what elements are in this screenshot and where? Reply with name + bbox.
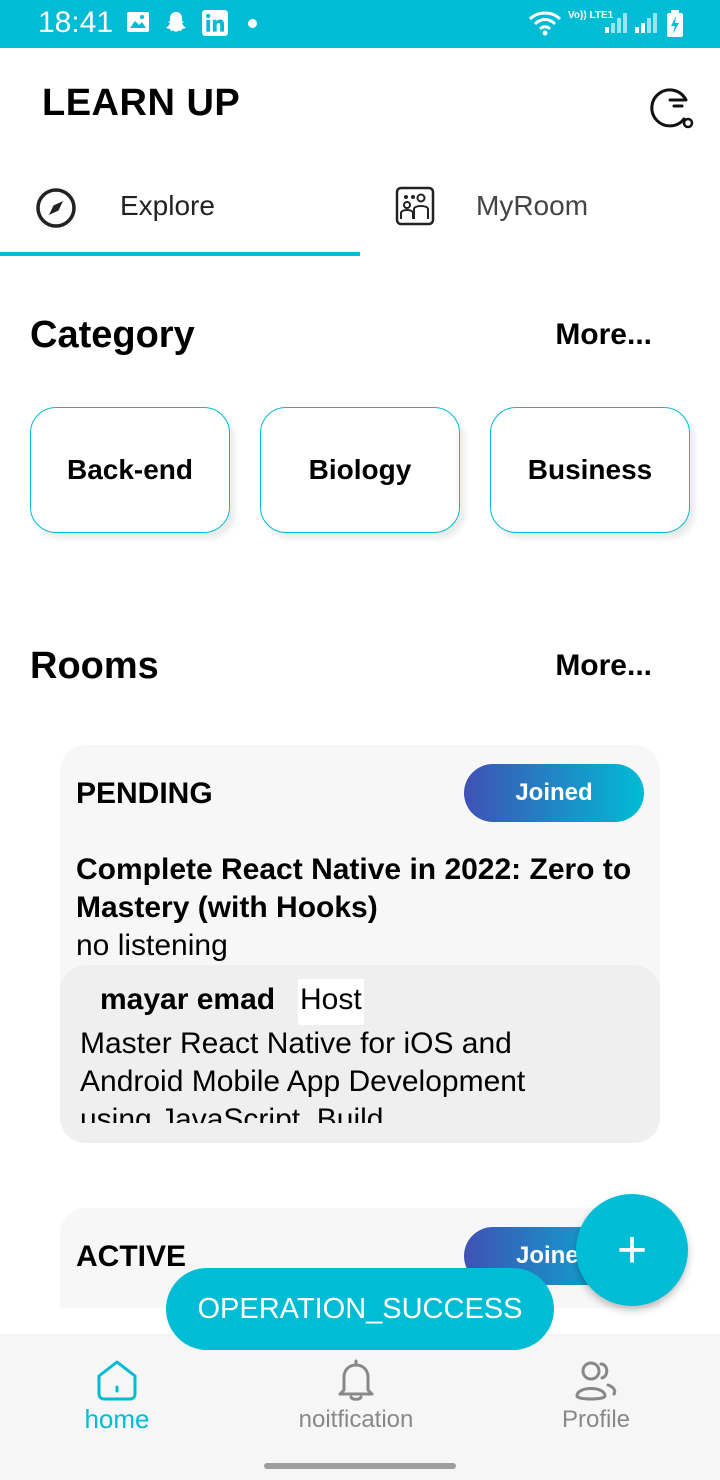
gesture-bar[interactable]: [264, 1463, 456, 1469]
tab-explore[interactable]: Explore: [0, 176, 360, 236]
signal-icon: [604, 10, 630, 34]
rooms-more-link[interactable]: More...: [555, 649, 652, 683]
plus-icon: +: [616, 1221, 648, 1279]
room-status: ACTIVE: [76, 1240, 187, 1273]
tab-myroom-label: MyRoom: [476, 190, 589, 221]
snapchat-icon: [164, 10, 188, 34]
host-name: mayar emad: [100, 983, 276, 1016]
nav-notification-label: noitfication: [298, 1406, 414, 1433]
room-status: PENDING: [76, 777, 213, 810]
toast-message: OPERATION_SUCCESS: [166, 1268, 554, 1350]
nav-profile[interactable]: Profile: [476, 1334, 716, 1450]
notification-dot: [248, 19, 257, 28]
host-badge: Host: [298, 979, 364, 1025]
timer-search-icon[interactable]: [646, 82, 696, 132]
room-listening-status: no listening: [76, 929, 228, 962]
status-bar: 18:41 Vo)) LTE1: [0, 0, 720, 48]
category-title: Category: [30, 314, 195, 356]
bottom-navigation: home noitfication Profile: [0, 1334, 720, 1450]
wifi-icon: [528, 10, 564, 36]
rooms-title: Rooms: [30, 645, 159, 687]
category-chip-biology[interactable]: Biology: [260, 407, 460, 533]
linkedin-icon: [202, 10, 228, 36]
gesture-area: [0, 1450, 720, 1480]
nav-home[interactable]: home: [0, 1334, 234, 1450]
status-time: 18:41: [38, 6, 114, 39]
room-people-icon: [394, 185, 438, 229]
nav-profile-label: Profile: [561, 1406, 631, 1433]
bell-icon: [332, 1356, 380, 1404]
gallery-icon: [126, 10, 150, 34]
host-panel: mayar emad Host Master React Native for …: [60, 965, 660, 1143]
tab-indicator: [0, 252, 360, 256]
category-more-link[interactable]: More...: [555, 318, 652, 352]
nav-notification[interactable]: noitfication: [236, 1334, 476, 1450]
battery-icon: [666, 10, 686, 37]
room-description: Master React Native for iOS and Android …: [80, 1027, 526, 1123]
compass-icon: [34, 186, 78, 230]
category-chip-business[interactable]: Business: [490, 407, 690, 533]
users-icon: [572, 1356, 620, 1404]
room-card[interactable]: PENDING Joined Complete React Native in …: [60, 745, 660, 1143]
tab-myroom[interactable]: MyRoom: [360, 176, 720, 236]
signal-icon-sim2: [634, 10, 660, 34]
category-chip-back-end[interactable]: Back-end: [30, 407, 230, 533]
app-title: LEARN UP: [42, 82, 241, 124]
home-icon: [93, 1356, 141, 1404]
joined-button[interactable]: Joined: [464, 764, 644, 822]
nav-home-label: home: [84, 1404, 150, 1434]
tab-explore-label: Explore: [120, 190, 215, 221]
add-room-fab[interactable]: +: [576, 1194, 688, 1306]
room-title: Complete React Native in 2022: Zero to M…: [76, 853, 632, 924]
